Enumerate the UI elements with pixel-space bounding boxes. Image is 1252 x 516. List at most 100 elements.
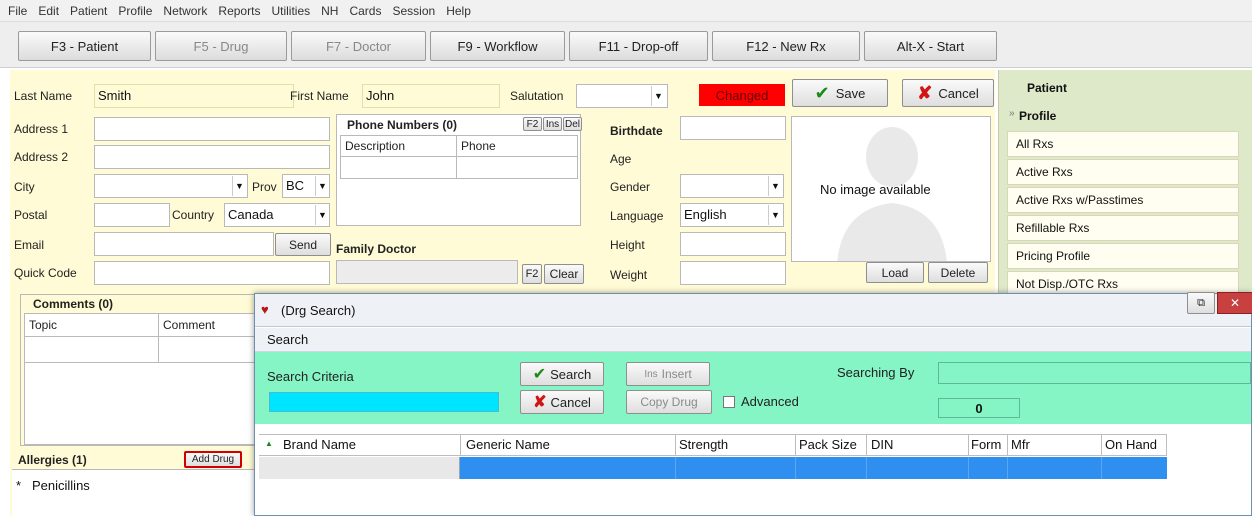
comments-grid: Topic Comment (24, 313, 264, 445)
quick-code-field[interactable] (94, 261, 330, 285)
email-field[interactable] (94, 232, 274, 256)
phone-numbers-box: Phone Numbers (0) F2 Ins Del Description… (336, 114, 582, 226)
x-icon: ✘ (533, 394, 547, 411)
advanced-label: Advanced (741, 394, 799, 409)
search-button[interactable]: ✔ Search (520, 362, 604, 386)
menu-file[interactable]: File (8, 4, 27, 18)
column-divider (866, 457, 867, 479)
menu-network[interactable]: Network (163, 4, 207, 18)
header-divider (341, 156, 577, 157)
allergies-title: Allergies (1) (18, 453, 87, 467)
weight-label: Weight (610, 268, 648, 282)
city-label: City (14, 180, 35, 194)
panel-item-active-rxs[interactable]: Active Rxs (1007, 159, 1239, 185)
workflow-button[interactable]: F9 - Workflow (430, 31, 565, 61)
menu-help[interactable]: Help (446, 4, 471, 18)
address2-field[interactable] (94, 145, 330, 169)
family-doctor-label: Family Doctor (336, 242, 417, 256)
delete-button[interactable]: Delete (928, 262, 988, 283)
city-select[interactable] (94, 174, 248, 198)
menu-nh[interactable]: NH (321, 4, 338, 18)
language-dropdown-icon[interactable]: ▼ (768, 205, 782, 225)
phone-delete-button[interactable]: Del (563, 117, 582, 131)
panel-header: Patient (1027, 81, 1068, 95)
address1-field[interactable] (94, 117, 330, 141)
panel-section-profile[interactable]: Profile (1019, 109, 1056, 123)
search-criteria-input[interactable] (269, 392, 499, 412)
quick-code-label: Quick Code (14, 266, 77, 280)
searching-by-label: Searching By (837, 365, 915, 380)
cancel-button[interactable]: ✘ Cancel (902, 79, 994, 107)
patient-button[interactable]: F3 - Patient (18, 31, 151, 61)
height-field[interactable] (680, 232, 786, 256)
column-on-hand[interactable]: On Hand (1105, 437, 1157, 452)
add-drug-button[interactable]: Add Drug (184, 451, 242, 468)
family-doctor-f2-button[interactable]: F2 (522, 264, 542, 284)
load-button[interactable]: Load (866, 262, 924, 283)
close-icon[interactable]: ✕ (1217, 292, 1252, 314)
postal-field[interactable] (94, 203, 170, 227)
drug-button[interactable]: F5 - Drug (155, 31, 287, 61)
save-button[interactable]: ✔ Save (792, 79, 888, 107)
column-generic-name[interactable]: Generic Name (466, 437, 550, 452)
dialog-cancel-button[interactable]: ✘ Cancel (520, 390, 604, 414)
column-form[interactable]: Form (971, 437, 1001, 452)
family-doctor-field[interactable] (336, 260, 518, 284)
send-button[interactable]: Send (275, 233, 331, 256)
dialog-title-bar: ♥ (Drg Search) ⧉ ✕ (255, 292, 1252, 327)
menu-session[interactable]: Session (392, 4, 435, 18)
sort-ascending-icon: ▲ (265, 439, 273, 448)
first-name-value: John (366, 88, 395, 103)
phone-insert-button[interactable]: Ins (543, 117, 562, 131)
column-divider (795, 435, 796, 455)
search-criteria-label: Search Criteria (267, 369, 354, 384)
column-strength[interactable]: Strength (679, 437, 728, 452)
menu-patient[interactable]: Patient (70, 4, 107, 18)
start-button[interactable]: Alt-X - Start (864, 31, 997, 61)
country-dropdown-icon[interactable]: ▼ (315, 205, 329, 225)
menu-cards[interactable]: Cards (349, 4, 381, 18)
height-label: Height (610, 238, 645, 252)
search-section-header: Search (255, 328, 1251, 352)
app-logo-icon: ♥ (261, 302, 269, 317)
column-brand-name[interactable]: Brand Name (283, 437, 356, 452)
checkmark-icon: ✔ (532, 366, 547, 383)
menu-utilities[interactable]: Utilities (271, 4, 310, 18)
prov-dropdown-icon[interactable]: ▼ (315, 176, 329, 196)
column-mfr[interactable]: Mfr (1011, 437, 1030, 452)
column-pack-size[interactable]: Pack Size (799, 437, 857, 452)
city-dropdown-icon[interactable]: ▼ (232, 176, 246, 196)
selected-result-row[interactable] (259, 457, 1167, 479)
birthdate-field[interactable] (680, 116, 786, 140)
age-label: Age (610, 152, 632, 166)
gender-dropdown-icon[interactable]: ▼ (768, 176, 782, 196)
address1-label: Address 1 (14, 122, 69, 136)
column-divider (795, 457, 796, 479)
clear-button[interactable]: Clear (544, 264, 584, 284)
new-rx-button[interactable]: F12 - New Rx (712, 31, 860, 61)
patient-photo-box: No image available (791, 116, 991, 262)
phone-f2-button[interactable]: F2 (523, 117, 542, 131)
salutation-dropdown-icon[interactable]: ▼ (651, 86, 665, 106)
advanced-checkbox[interactable] (723, 396, 735, 408)
menu-edit[interactable]: Edit (38, 4, 59, 18)
restore-icon[interactable]: ⧉ (1187, 292, 1215, 314)
panel-item-active-rxs-passtimes[interactable]: Active Rxs w/Passtimes (1007, 187, 1239, 213)
doctor-button[interactable]: F7 - Doctor (291, 31, 426, 61)
column-din[interactable]: DIN (871, 437, 893, 452)
allergy-item[interactable]: Penicillins (32, 478, 90, 493)
weight-field[interactable] (680, 261, 786, 285)
menu-profile[interactable]: Profile (118, 4, 152, 18)
panel-item-pricing-profile[interactable]: Pricing Profile (1007, 243, 1239, 269)
insert-button[interactable]: Ins Insert (626, 362, 710, 386)
language-label: Language (610, 209, 664, 223)
panel-item-all-rxs[interactable]: All Rxs (1007, 131, 1239, 157)
copy-drug-button[interactable]: Copy Drug (626, 390, 712, 414)
column-divider (675, 457, 676, 479)
topic-header: Topic (29, 318, 58, 332)
panel-item-refillable-rxs[interactable]: Refillable Rxs (1007, 215, 1239, 241)
column-divider (1007, 435, 1008, 455)
phone-grid: Description Phone (340, 135, 578, 179)
dropoff-button[interactable]: F11 - Drop-off (569, 31, 708, 61)
menu-reports[interactable]: Reports (218, 4, 260, 18)
